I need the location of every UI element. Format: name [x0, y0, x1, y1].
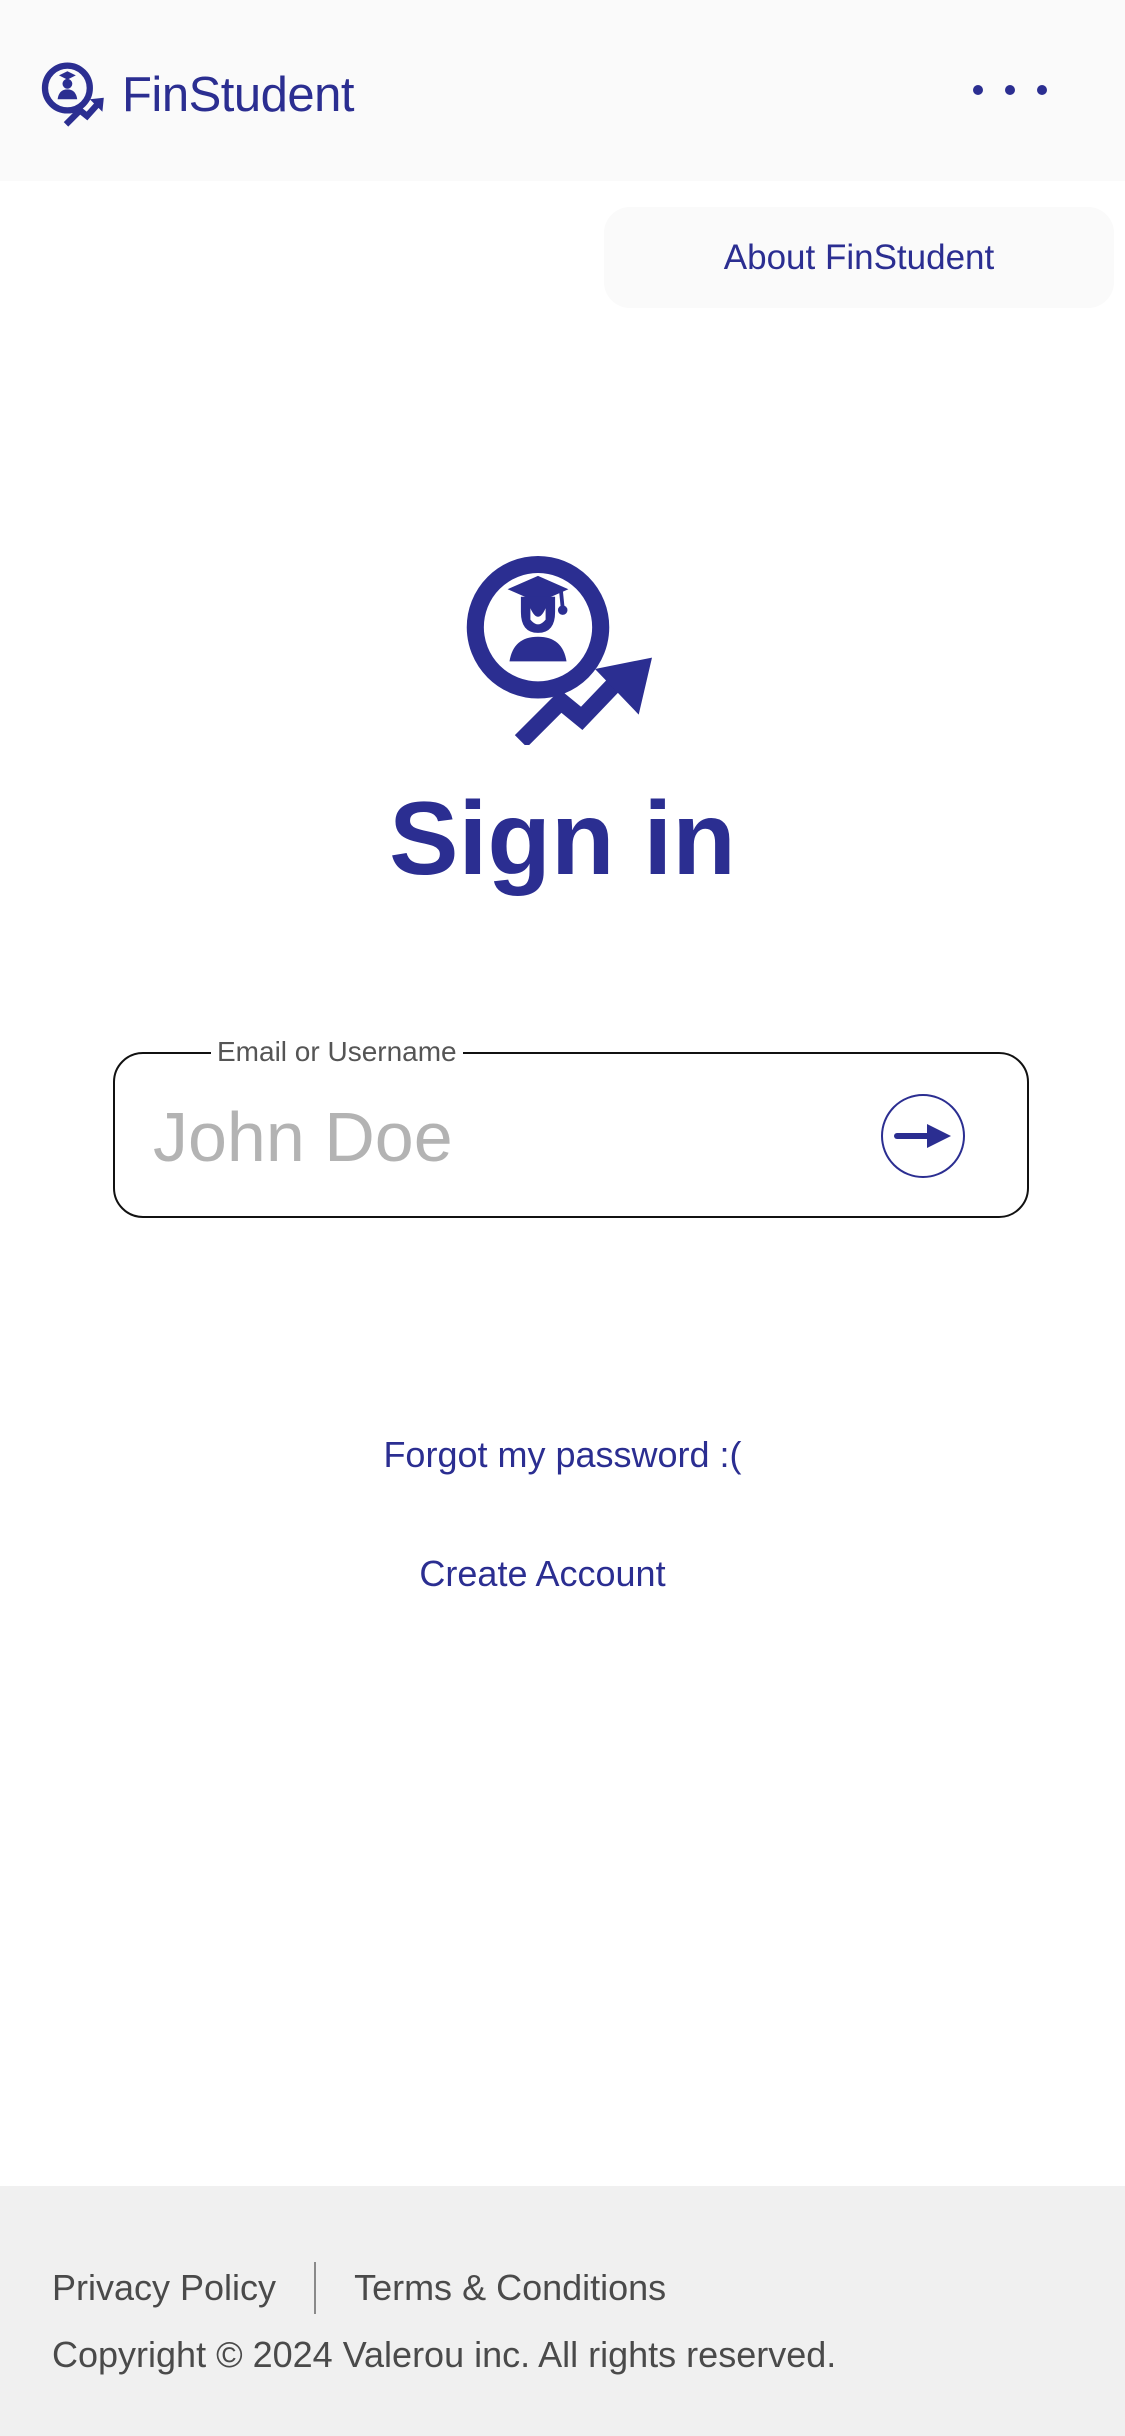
about-button[interactable]: About FinStudent: [604, 207, 1114, 308]
submit-button[interactable]: [881, 1094, 965, 1178]
more-horizontal-icon: [1005, 85, 1015, 95]
graduate-growth-icon: [466, 555, 652, 745]
brand-logo-icon: [41, 62, 104, 127]
privacy-policy-link[interactable]: Privacy Policy: [52, 2267, 276, 2309]
more-menu-button[interactable]: [965, 70, 1055, 110]
arrow-right-icon: [894, 1124, 951, 1148]
forgot-password-link[interactable]: Forgot my password :(: [0, 1434, 1125, 1476]
app-header: FinStudent: [0, 0, 1125, 181]
brand[interactable]: FinStudent: [38, 60, 355, 130]
username-input[interactable]: [153, 1092, 853, 1182]
terms-link[interactable]: Terms & Conditions: [354, 2267, 666, 2309]
app-name: FinStudent: [122, 68, 355, 122]
footer-links: Privacy Policy Terms & Conditions: [52, 2262, 666, 2314]
more-horizontal-icon: [973, 85, 983, 95]
login-field: Email or Username: [113, 1034, 1029, 1218]
more-horizontal-icon: [1037, 85, 1047, 95]
login-field-label: Email or Username: [211, 1034, 463, 1070]
page-title: Sign in: [389, 781, 736, 897]
footer-divider: [314, 2262, 317, 2314]
footer: Privacy Policy Terms & Conditions Copyri…: [0, 2186, 1125, 2436]
create-account-link[interactable]: Create Account: [0, 1553, 1105, 1595]
copyright-text: Copyright © 2024 Valerou inc. All rights…: [52, 2334, 837, 2375]
